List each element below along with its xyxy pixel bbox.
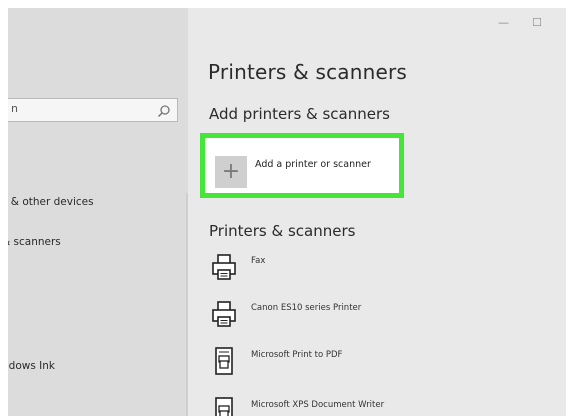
add-printer-tile[interactable]: + <box>215 156 247 188</box>
printer-icon <box>211 299 237 329</box>
printer-name: Microsoft XPS Document Writer <box>251 400 385 410</box>
sidebar-item-printers-scanners[interactable]: & scanners <box>8 236 61 248</box>
printer-name: Microsoft Print to PDF <box>251 350 343 360</box>
add-section-title: Add printers & scanners <box>209 105 390 123</box>
add-printer-button[interactable]: Add a printer or scanner <box>255 159 371 170</box>
pane-divider <box>186 193 188 416</box>
printer-name: Fax <box>251 256 266 266</box>
printer-icon <box>211 252 237 282</box>
maximize-button[interactable]: ☐ <box>532 16 542 29</box>
sidebar-item-devices[interactable]: s & other devices <box>8 196 94 208</box>
printers-section-title: Printers & scanners <box>209 222 356 240</box>
printer-name: Canon ES10 series Printer <box>251 303 362 313</box>
minimize-button[interactable]: — <box>498 16 509 29</box>
sidebar: n s & other devices & scanners ndows Ink <box>8 8 188 416</box>
page-title: Printers & scanners <box>208 60 408 84</box>
add-printer-highlight: + Add a printer or scanner <box>200 133 404 198</box>
sidebar-item-windows-ink[interactable]: ndows Ink <box>8 360 55 372</box>
search-text: n <box>11 102 18 115</box>
search-icon[interactable] <box>157 103 171 118</box>
search-input[interactable]: n <box>8 98 178 122</box>
settings-window: n s & other devices & scanners ndows Ink… <box>8 8 566 416</box>
document-printer-icon <box>211 396 237 416</box>
plus-icon: + <box>221 159 241 184</box>
pdf-printer-icon <box>211 346 237 376</box>
